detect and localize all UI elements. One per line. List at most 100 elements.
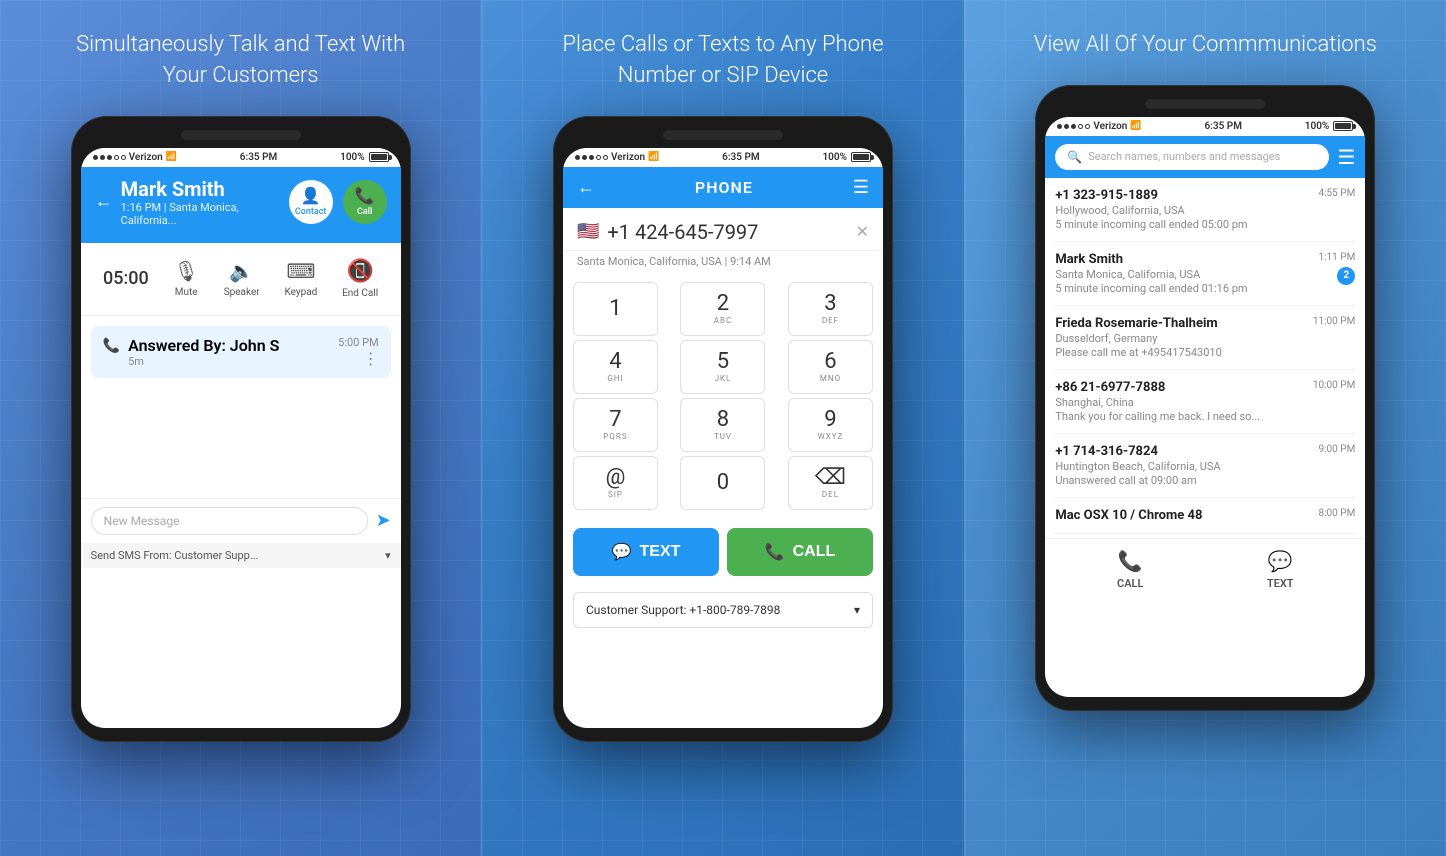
footer-call-action[interactable]: 📞 CALL (1117, 549, 1143, 590)
status-time: 6:35 PM (240, 152, 278, 163)
call-actions: 👤 Contact 📞 Call (289, 180, 387, 224)
dot4 (114, 155, 119, 160)
comm-name-0: +1 323-915-1889 (1055, 188, 1318, 203)
call-controls: 05:00 🎙 Mute 🔈 Speaker ⌨ Keypad 📵 End Ca… (81, 243, 401, 316)
signal-dots-mid (575, 155, 608, 160)
key-1-num: 1 (609, 297, 621, 321)
menu-icon-right[interactable]: ☰ (1337, 145, 1355, 169)
battery-pct: 100% (340, 152, 365, 163)
key-9[interactable]: 9 WXYZ (788, 398, 873, 452)
end-call-label: End Call (342, 288, 378, 299)
key-1[interactable]: 1 (573, 282, 658, 336)
key-2[interactable]: 2 ABC (680, 282, 765, 336)
flag-icon: 🇺🇸 (577, 221, 599, 242)
contact-button[interactable]: 👤 Contact (289, 180, 333, 224)
comm-item-0[interactable]: +1 323-915-1889 Hollywood, California, U… (1055, 178, 1355, 242)
search-icon: 🔍 (1067, 150, 1082, 164)
search-input-wrap[interactable]: 🔍 Search names, numbers and messages (1055, 144, 1329, 170)
mute-icon: 🎙 (174, 259, 199, 283)
message-input[interactable]: New Message (91, 507, 368, 535)
panel-right: View All Of Your Commmunications Verizon… (965, 0, 1446, 856)
text-btn-label: TEXT (640, 543, 681, 561)
key-5[interactable]: 5 JKL (680, 340, 765, 394)
caller-id-text: Customer Support: +1-800-789-7898 (586, 603, 780, 617)
comm-item-left-1: Mark Smith Santa Monica, California, USA… (1055, 252, 1318, 295)
key-at-num: @ (606, 466, 626, 490)
status-right-right: 100% (1305, 121, 1354, 132)
hamburger-icon[interactable]: ☰ (853, 177, 869, 198)
phone-screen-mid: Verizon 📶 6:35 PM 100% ← PHONE ☰ (563, 148, 883, 728)
call-button[interactable]: 📞 Call (343, 180, 387, 224)
mute-item[interactable]: 🎙 Mute (174, 259, 199, 298)
comm-location-3: Shanghai, China (1055, 396, 1313, 409)
dot5m (603, 155, 608, 160)
comm-location-2: Dusseldorf, Germany (1055, 332, 1313, 345)
phone-screen-left: Verizon 📶 6:35 PM 100% ← Mark Smith (81, 148, 401, 728)
comm-time-5: 8:00 PM (1319, 508, 1356, 519)
footer-text-action[interactable]: 💬 TEXT (1267, 549, 1294, 590)
call-btn-label: CALL (793, 543, 836, 561)
speaker-item[interactable]: 🔈 Speaker (224, 259, 260, 298)
keypad-item[interactable]: ⌨ Keypad (284, 259, 317, 298)
key-2-num: 2 (717, 292, 729, 316)
text-button[interactable]: 💬 TEXT (573, 528, 719, 576)
phone-notch-right (1145, 99, 1265, 109)
status-bar-right: Verizon 📶 6:35 PM 100% (1045, 117, 1365, 136)
panel-right-title: View All Of Your Commmunications (1034, 30, 1377, 61)
comm-item-3[interactable]: +86 21-6977-7888 Shanghai, China Thank y… (1055, 370, 1355, 434)
key-del[interactable]: ⌫ DEL (788, 456, 873, 510)
dialpad-row-4: @ SIP 0 ⌫ DEL (573, 456, 873, 510)
speaker-label: Speaker (224, 287, 260, 298)
more-options-icon[interactable]: ⋮ (363, 349, 379, 368)
comm-time-4: 9:00 PM (1319, 444, 1356, 455)
key-6[interactable]: 6 MNO (788, 340, 873, 394)
footer-call-icon: 📞 (1118, 549, 1143, 573)
footer-sms-icon: 💬 (1268, 549, 1293, 573)
comm-name-3: +86 21-6977-7888 (1055, 380, 1313, 395)
key-8-num: 8 (717, 408, 729, 432)
dialpad-row-3: 7 PQRS 8 TUV 9 WXYZ (573, 398, 873, 452)
comm-item-left-2: Frieda Rosemarie-Thalheim Dusseldorf, Ge… (1055, 316, 1313, 359)
call-button-dialer[interactable]: 📞 CALL (727, 528, 873, 576)
status-bar-mid: Verizon 📶 6:35 PM 100% (563, 148, 883, 167)
search-bar-area: 🔍 Search names, numbers and messages ☰ (1045, 136, 1365, 178)
key-8-sub: TUV (714, 432, 732, 441)
call-header-top: ← Mark Smith 1:16 PM | Santa Monica, Cal… (95, 177, 387, 227)
send-button[interactable]: ➤ (376, 510, 391, 531)
comm-item-1[interactable]: Mark Smith Santa Monica, California, USA… (1055, 242, 1355, 306)
dot2 (100, 155, 105, 160)
back-arrow-dialer[interactable]: ← (577, 177, 595, 198)
key-at[interactable]: @ SIP (573, 456, 658, 510)
battery-pct-mid: 100% (822, 152, 847, 163)
key-4[interactable]: 4 GHI (573, 340, 658, 394)
phone-number-display[interactable]: +1 424-645-7997 (607, 220, 847, 244)
sms-from-label: Send SMS From: Customer Supp... (91, 549, 259, 562)
dot4m (596, 155, 601, 160)
key-0[interactable]: 0 (680, 456, 765, 510)
key-3[interactable]: 3 DEF (788, 282, 873, 336)
key-8[interactable]: 8 TUV (680, 398, 765, 452)
battery-icon (369, 152, 389, 162)
call-log-right: 5:00 PM ⋮ (338, 336, 378, 368)
dialer-btns: 💬 TEXT 📞 CALL (563, 518, 883, 586)
wifi-icon: 📶 (166, 152, 177, 162)
comm-item-4[interactable]: +1 714-316-7824 Huntington Beach, Califo… (1055, 434, 1355, 498)
carrier-name: Verizon (129, 152, 163, 163)
back-arrow-icon[interactable]: ← (95, 191, 113, 212)
clear-button[interactable]: ✕ (856, 222, 869, 241)
battery-fill-mid (853, 154, 869, 160)
caller-id-dropdown-icon[interactable]: ▾ (854, 603, 860, 617)
dropdown-icon[interactable]: ▾ (385, 549, 391, 562)
comm-item-5[interactable]: Mac OSX 10 / Chrome 48 8:00 PM (1055, 498, 1355, 534)
comm-item-left-4: +1 714-316-7824 Huntington Beach, Califo… (1055, 444, 1318, 487)
text-icon: 💬 (612, 542, 632, 562)
phone-frame-mid: Verizon 📶 6:35 PM 100% ← PHONE ☰ (553, 116, 893, 742)
comm-footer: 📞 CALL 💬 TEXT (1045, 538, 1365, 600)
end-call-item[interactable]: 📵 End Call (342, 259, 378, 299)
comm-location-0: Hollywood, California, USA (1055, 204, 1318, 217)
contact-label: Contact (295, 207, 327, 217)
sms-from-bar: Send SMS From: Customer Supp... ▾ (81, 543, 401, 568)
comm-item-2[interactable]: Frieda Rosemarie-Thalheim Dusseldorf, Ge… (1055, 306, 1355, 370)
comm-name-4: +1 714-316-7824 (1055, 444, 1318, 459)
key-7[interactable]: 7 PQRS (573, 398, 658, 452)
